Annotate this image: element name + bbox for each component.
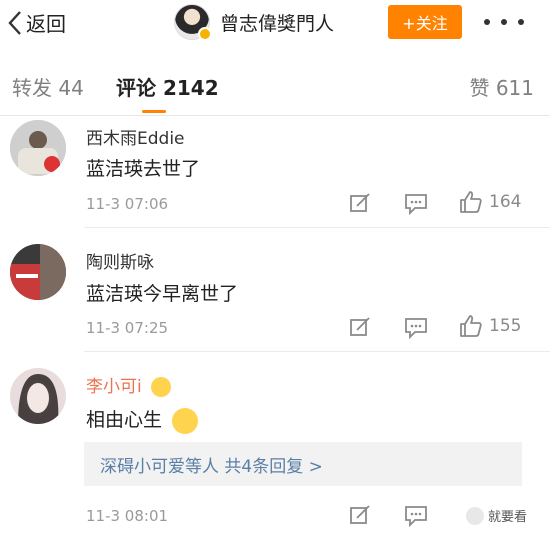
tab-like[interactable]: 赞 611 — [469, 72, 534, 101]
chevron-left-icon — [8, 10, 21, 35]
edit-icon[interactable] — [349, 192, 371, 214]
thumbs-up-icon — [460, 315, 482, 337]
watermark-label: 就要看 — [488, 510, 528, 525]
replies-summary-link[interactable]: 深碍小可爱等人 共4条回复 > — [84, 442, 522, 486]
back-label: 返回 — [26, 12, 66, 36]
avatar[interactable] — [10, 244, 66, 300]
thinking-face-icon — [172, 407, 199, 434]
comment-item: 陶则斯咏 蓝洁瑛今早离世了 11-3 07:25 155 — [0, 228, 550, 352]
like-count: 164 — [489, 192, 522, 212]
comment-username[interactable]: 陶则斯咏 — [86, 248, 154, 273]
reply-icon[interactable] — [404, 505, 428, 527]
top-bar: 返回 曾志偉獎門人 +关注 — [0, 0, 550, 48]
wechat-icon — [466, 506, 484, 525]
comment-text: 蓝洁瑛今早离世了 — [86, 283, 239, 305]
avatar-image — [10, 120, 66, 176]
comment-username[interactable]: 西木雨Eddie — [86, 124, 185, 149]
comment-timestamp: 11-3 08:01 — [86, 507, 169, 525]
vip-face-icon — [151, 377, 172, 397]
reply-icon[interactable] — [404, 193, 428, 215]
like-button[interactable]: 155 — [459, 314, 521, 338]
avatar-image — [10, 244, 66, 300]
comment-timestamp: 11-3 07:25 — [86, 319, 169, 337]
comment-text-label: 相由心生 — [86, 409, 163, 431]
reply-icon[interactable] — [404, 317, 428, 339]
avatar[interactable] — [174, 4, 212, 41]
follow-button[interactable]: +关注 — [388, 5, 462, 39]
verified-badge-icon — [198, 27, 212, 41]
comment-text: 蓝洁瑛去世了 — [86, 158, 201, 180]
tab-comment[interactable]: 评论 2142 — [116, 72, 219, 101]
edit-icon[interactable] — [349, 316, 371, 338]
tab-bar: 转发 44 评论 2142 赞 611 — [0, 60, 550, 116]
thumbs-up-icon — [460, 191, 482, 213]
comment-username-label: 李小可i — [86, 377, 142, 397]
tab-repost[interactable]: 转发 44 — [12, 72, 84, 101]
edit-icon[interactable] — [349, 504, 371, 526]
avatar[interactable] — [10, 120, 66, 176]
watermark: 就要看 — [466, 506, 527, 525]
active-tab-indicator — [142, 110, 166, 113]
like-count: 155 — [489, 316, 522, 336]
avatar[interactable] — [10, 368, 66, 424]
more-options-icon[interactable] — [484, 10, 524, 34]
comment-timestamp: 11-3 07:06 — [86, 195, 169, 213]
profile-name[interactable]: 曾志偉獎門人 — [220, 9, 334, 36]
back-button[interactable]: 返回 — [8, 8, 66, 37]
comment-text: 相由心生 — [86, 405, 199, 434]
profile-header[interactable]: 曾志偉獎門人 — [174, 4, 334, 41]
like-button[interactable]: 164 — [459, 190, 521, 214]
comment-item: 西木雨Eddie 蓝洁瑛去世了 11-3 07:06 164 — [0, 116, 550, 228]
comment-username[interactable]: 李小可i — [86, 372, 172, 397]
avatar-image — [10, 368, 66, 424]
